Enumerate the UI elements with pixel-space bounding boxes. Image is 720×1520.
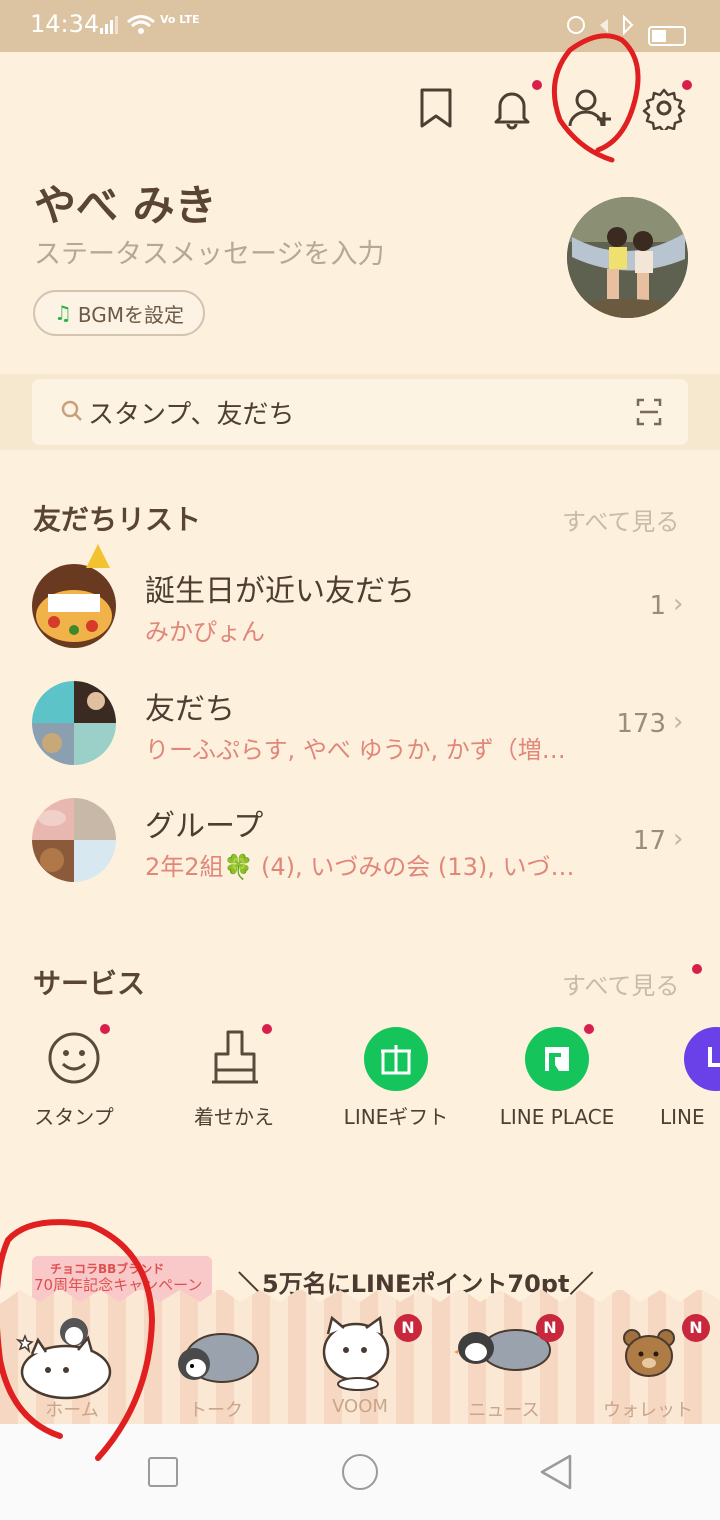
add-friend-icon[interactable] [568,86,612,130]
new-badge: N [394,1314,422,1342]
birthday-avatar [32,564,116,648]
cat-penguin-home-icon [14,1310,134,1404]
row-count: 17 [632,826,666,856]
bookmark-icon[interactable] [414,86,458,130]
smiley-icon [46,1030,102,1090]
tab-label: トーク [189,1400,243,1421]
new-dot [584,1024,594,1034]
bgm-label: BGMを設定 [77,302,185,327]
row-subtitle: 2年2組🍀 (4), いづみの会 (13), いづみ… [145,853,590,881]
new-badge: N [536,1314,564,1342]
service-label: LINE [660,1105,705,1129]
settings-dot [682,80,692,90]
status-bar: 14:34 Vo LTE [0,0,720,52]
tab-bar: ホーム トーク N VOOM N ニュース N ウォレット [0,1290,720,1424]
tab-label: ニュース [468,1400,540,1421]
party-hat-icon [86,544,110,568]
avatar[interactable] [567,197,688,318]
music-note-icon: ♫ [53,301,72,325]
chevron-right-icon: › [673,707,684,737]
recent-apps-icon[interactable] [148,1457,178,1487]
new-badge: N [682,1314,710,1342]
search-icon [61,400,82,421]
row-count: 173 [616,709,666,739]
tab-label: VOOM [332,1396,388,1417]
friends-see-all[interactable]: すべて見る [562,502,679,537]
new-dot [262,1024,272,1034]
bell-icon[interactable] [490,86,534,130]
qr-scan-icon[interactable] [636,398,662,426]
service-label: スタンプ [34,1105,114,1129]
home-nav-icon[interactable] [342,1454,378,1490]
friends-avatar [32,681,116,765]
row-title: 誕生日が近い友だち [145,574,415,609]
groups-avatar [32,798,116,882]
search-placeholder: スタンプ、友だち [88,400,295,430]
chevron-right-icon: › [673,589,684,619]
service-line-partial-icon[interactable] [684,1027,720,1091]
back-nav-icon[interactable] [538,1454,574,1494]
row-title: グループ [145,809,264,844]
volte-indicator: Vo LTE [160,13,200,26]
bgm-button[interactable]: ♫ BGMを設定 [33,290,205,336]
row-subtitle: みかぴょん [145,618,265,646]
penguin-talk-icon [172,1320,262,1394]
profile-name[interactable]: やべ みき [34,172,217,233]
battery-icon [648,26,686,46]
status-message-input[interactable]: ステータスメッセージを入力 [34,232,384,271]
place-icon [525,1027,589,1091]
service-label: 着せかえ [194,1105,274,1129]
gear-icon[interactable] [642,86,686,134]
status-time: 14:34 [30,10,100,38]
brush-icon [208,1028,262,1092]
services-section-title: サービス [33,967,146,1000]
service-label: LINEギフト [343,1105,449,1129]
services-see-all[interactable]: すべて見る [562,966,679,1001]
row-subtitle: りーふぷらす, やべ ゆうか, かず（増… [145,736,566,764]
tab-label: ウォレット [603,1400,693,1421]
alarm-bluetooth-icons [566,12,642,43]
new-dot [100,1024,110,1034]
row-count: 1 [649,591,666,621]
tab-label: ホーム [45,1400,99,1421]
service-label: LINE PLACE [499,1105,615,1129]
bear-wallet-icon [622,1328,678,1384]
notification-dot [532,80,542,90]
row-title: 友だち [145,692,235,727]
gift-icon [364,1027,428,1091]
friends-section-title: 友だちリスト [33,503,202,536]
chevron-right-icon: › [673,824,684,854]
system-nav-bar [0,1424,720,1520]
cat-voom-icon [318,1312,398,1396]
services-dot [692,964,702,974]
